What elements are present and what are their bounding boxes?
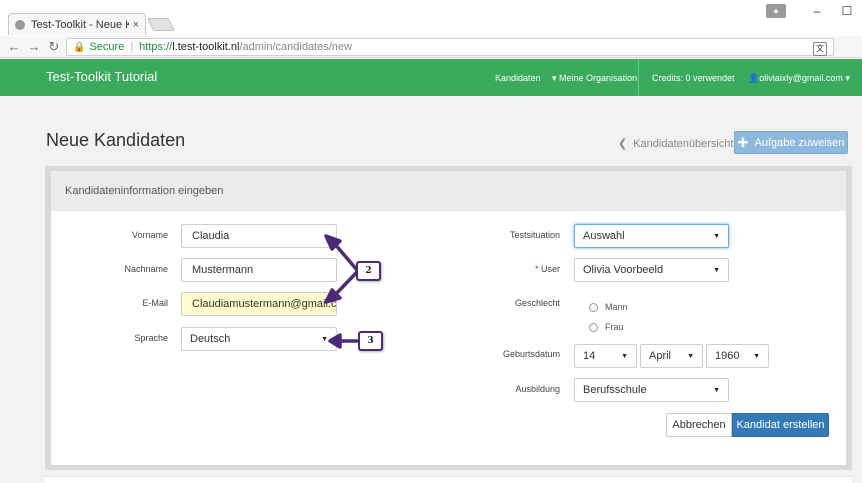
user-icon: 👤 — [748, 73, 760, 83]
browser-tab[interactable]: Test-Toolkit - Neue Kandi × — [8, 13, 146, 35]
user-label-text: User — [540, 264, 560, 274]
assign-task-button[interactable]: ✚ Aufgabe zuweisen — [734, 131, 848, 154]
next-panel-edge — [45, 476, 852, 483]
maximize-button[interactable]: ☐ — [832, 4, 862, 18]
reload-icon[interactable]: ↻ — [44, 39, 64, 55]
nav-user-menu[interactable]: 👤oliviaixly@gmail.com ▾ — [748, 73, 850, 84]
url-scheme: https:// — [139, 41, 173, 53]
new-tab-button[interactable] — [146, 18, 176, 31]
nav-organisation[interactable]: ▾ Meine Organisation — [552, 73, 637, 84]
testsituation-label: Testsituation — [509, 230, 560, 240]
secure-label: Secure — [89, 41, 125, 53]
plus-icon: ✚ — [737, 134, 749, 150]
annotation-callout-3: 3 — [358, 331, 383, 351]
vorname-input[interactable]: Claudia — [181, 224, 337, 248]
browser-toolbar: ← → ↻ 🔒 Secure | https:// l.test-toolkit… — [0, 36, 862, 58]
caret-down-icon: ▼ — [687, 352, 694, 360]
birth-day-select[interactable]: 14 ▼ — [574, 344, 637, 368]
geburtsdatum-label: Geburtsdatum — [502, 349, 560, 359]
translate-icon[interactable]: 文 — [813, 42, 827, 56]
gender-male-label: Mann — [605, 302, 628, 312]
birth-year-value: 1960 — [715, 350, 740, 362]
back-link-label: Kandidatenübersicht — [633, 138, 734, 150]
nav-organisation-label: Meine Organisation — [559, 73, 638, 83]
url-separator: | — [130, 41, 134, 53]
minimize-button[interactable]: – — [802, 4, 832, 18]
radio-icon — [589, 302, 598, 312]
email-input[interactable]: Claudiamustermann@gmail.com — [181, 292, 337, 316]
user-select[interactable]: Olivia Voorbeeld ▼ — [574, 258, 729, 282]
caret-down-icon: ▾ — [842, 73, 850, 83]
browser-tabstrip: Test-Toolkit - Neue Kandi × ● – ☐ — [0, 0, 862, 36]
testsituation-value: Auswahl — [583, 230, 625, 242]
back-to-overview-link[interactable]: ❮ Kandidatenübersicht — [618, 137, 734, 150]
annotation-callout-2: 2 — [356, 261, 381, 281]
sprache-select[interactable]: Deutsch ▼ — [181, 327, 337, 351]
birth-day-value: 14 — [583, 350, 596, 362]
create-candidate-button[interactable]: Kandidat erstellen — [732, 413, 829, 437]
nav-credits: Credits: 0 verwendet — [652, 73, 735, 83]
nachname-label: Nachname — [124, 264, 168, 274]
nav-user-label: oliviaixly@gmail.com — [759, 73, 843, 83]
ausbildung-value: Berufsschule — [583, 384, 647, 396]
caret-down-icon: ▼ — [621, 352, 628, 360]
testsituation-select[interactable]: Auswahl ▼ — [574, 224, 729, 248]
url-path: /admin/candidates/new — [239, 41, 352, 53]
radio-icon — [589, 322, 598, 332]
chevron-left-icon: ❮ — [618, 138, 628, 150]
caret-down-icon: ▼ — [321, 335, 328, 343]
window-controls: ● – ☐ — [766, 2, 862, 20]
sprache-value: Deutsch — [190, 333, 231, 345]
caret-down-icon: ▼ — [713, 386, 720, 394]
vorname-label: Vorname — [131, 230, 168, 240]
panel-title: Kandidateninformation eingeben — [65, 185, 224, 197]
caret-down-icon: ▼ — [753, 352, 760, 360]
caret-down-icon: ▾ — [552, 73, 560, 83]
sprache-label: Sprache — [134, 333, 168, 343]
app-navbar: Test-Toolkit Tutorial Kandidaten ▾ Meine… — [0, 59, 862, 96]
tab-title: Test-Toolkit - Neue Kandi — [31, 18, 129, 31]
cancel-button[interactable]: Abbrechen — [666, 413, 732, 437]
user-label: * User — [480, 264, 560, 274]
email-label: E-Mail — [142, 298, 168, 308]
required-marker: * — [534, 264, 539, 274]
geschlecht-label: Geschlecht — [514, 298, 560, 308]
caret-down-icon: ▼ — [713, 266, 720, 274]
birth-month-select[interactable]: April ▼ — [640, 344, 703, 368]
nav-kandidaten[interactable]: Kandidaten — [495, 73, 541, 83]
caret-down-icon: ▼ — [713, 232, 720, 240]
favicon-icon — [15, 19, 25, 30]
nav-divider — [638, 59, 639, 96]
gender-male-radio[interactable]: Mann — [589, 302, 628, 312]
close-tab-icon[interactable]: × — [133, 19, 139, 31]
ausbildung-select[interactable]: Berufsschule ▼ — [574, 378, 729, 402]
forward-arrow-icon[interactable]: → — [24, 39, 44, 54]
gender-female-radio[interactable]: Frau — [589, 322, 624, 332]
lock-icon: 🔒 — [73, 41, 86, 53]
birth-month-value: April — [649, 350, 672, 362]
nachname-input[interactable]: Mustermann — [181, 258, 337, 282]
address-bar[interactable]: 🔒 Secure | https:// l.test-toolkit.nl /a… — [66, 38, 834, 56]
profile-icon[interactable]: ● — [766, 4, 786, 18]
page-title: Neue Kandidaten — [46, 130, 186, 150]
user-value: Olivia Voorbeeld — [583, 264, 664, 276]
back-arrow-icon[interactable]: ← — [4, 39, 24, 54]
birth-year-select[interactable]: 1960 ▼ — [706, 344, 769, 368]
brand-link[interactable]: Test-Toolkit Tutorial — [46, 69, 157, 84]
gender-female-label: Frau — [605, 322, 624, 332]
assign-task-label: Aufgabe zuweisen — [754, 136, 845, 149]
url-host: l.test-toolkit.nl — [172, 41, 240, 53]
panel-header: Kandidateninformation eingeben — [51, 171, 846, 211]
ausbildung-label: Ausbildung — [515, 384, 560, 394]
